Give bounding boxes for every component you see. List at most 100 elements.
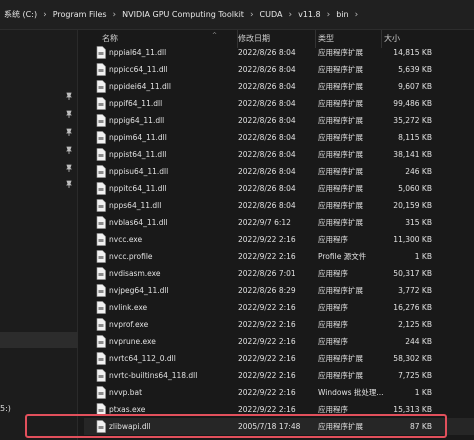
nav-pinned-item[interactable] [0,124,78,140]
file-icon [96,182,106,195]
breadcrumb: 系统 (C:) › Program Files › NVIDIA GPU Com… [0,0,474,30]
file-name: nvrtc64_112_0.dll [109,354,176,363]
file-row[interactable]: nvprune.exe 2022/9/22 2:16 应用程序 244 KB [84,333,474,350]
breadcrumb-expand-chevron-icon[interactable]: › [351,0,363,29]
file-type: 应用程序扩展 [318,201,363,210]
file-row[interactable]: nppig64_11.dll 2022/8/26 8:04 应用程序扩展 35,272… [84,112,474,129]
pin-icon [66,110,72,118]
file-modified-date: 2022/8/26 8:04 [238,150,296,159]
file-size: 9,607 KB [398,82,432,91]
nav-pinned-item[interactable] [0,88,78,104]
file-modified-date: 2022/9/22 2:16 [238,388,296,397]
file-name: nppial64_11.dll [109,48,167,57]
file-name: nvcc.profile [109,252,153,261]
file-type: 应用程序扩展 [318,422,363,431]
file-row[interactable]: zlibwapi.dll 2005/7/18 17:48 应用程序扩展 87 KB [84,418,474,435]
file-size: 35,272 KB [393,116,432,125]
file-size: 58,302 KB [393,354,432,363]
file-row[interactable]: nppist64_11.dll 2022/8/26 8:04 应用程序扩展 38,14… [84,146,474,163]
file-row[interactable]: nppicc64_11.dll 2022/8/26 8:04 应用程序扩展 5,639… [84,61,474,78]
file-row[interactable]: nppim64_11.dll 2022/8/26 8:04 应用程序扩展 8,115 … [84,129,474,146]
file-name: npps64_11.dll [109,201,162,210]
file-type: 应用程序扩展 [318,82,363,91]
file-name: nvprune.exe [109,337,156,346]
file-type: 应用程序扩展 [318,218,363,227]
file-row[interactable]: nvjpeg64_11.dll 2022/8/26 8:29 应用程序扩展 3,772… [84,282,474,299]
file-modified-date: 2022/9/22 2:16 [238,235,296,244]
file-icon [96,335,106,348]
file-row[interactable]: nvvp.bat 2022/9/22 2:16 Windows 批处理... 1 KB [84,384,474,401]
file-type: 应用程序 [318,269,348,278]
nav-drive-label[interactable]: 5:) [0,404,11,413]
file-row[interactable]: nvlink.exe 2022/9/22 2:16 应用程序 16,276 KB [84,299,474,316]
file-modified-date: 2022/8/26 8:04 [238,82,296,91]
pin-icon [66,128,72,136]
file-size: 50,317 KB [393,269,432,278]
file-type: 应用程序 [318,405,348,414]
file-icon [96,318,106,331]
file-name: nvcc.exe [109,235,143,244]
file-icon [96,97,106,110]
file-row[interactable]: ptxas.exe 2022/9/22 2:16 应用程序 15,313 KB [84,401,474,418]
file-row[interactable]: nvprof.exe 2022/9/22 2:16 应用程序 2,125 KB [84,316,474,333]
file-row[interactable]: nvcc.profile 2022/9/22 2:16 Profile 源文件 1 K… [84,248,474,265]
file-type: 应用程序扩展 [318,65,363,74]
file-name: nppicc64_11.dll [109,65,168,74]
file-icon [96,63,106,76]
breadcrumb-separator: › [326,9,331,20]
file-type: 应用程序扩展 [318,48,363,57]
file-row[interactable]: nvdisasm.exe 2022/8/26 7:01 应用程序 50,317 KB [84,265,474,282]
nav-pinned-item[interactable] [0,142,78,158]
breadcrumb-item-toolkit[interactable]: NVIDIA GPU Computing Toolkit [120,0,246,29]
file-name: zlibwapi.dll [109,422,151,431]
file-row[interactable]: nvrtc-builtins64_118.dll 2022/9/22 2:16 应用… [84,367,474,384]
file-row[interactable]: npps64_11.dll 2022/8/26 8:04 应用程序扩展 20,159 … [84,197,474,214]
file-modified-date: 2022/9/22 2:16 [238,405,296,414]
file-modified-date: 2022/9/22 2:16 [238,303,296,312]
file-row[interactable]: nvcc.exe 2022/9/22 2:16 应用程序 11,300 KB [84,231,474,248]
file-type: 应用程序 [318,303,348,312]
file-icon [96,352,106,365]
nav-pinned-item[interactable] [0,106,78,122]
file-row[interactable]: nppidei64_11.dll 2022/8/26 8:04 应用程序扩展 9,60… [84,78,474,95]
file-row[interactable]: nppitc64_11.dll 2022/8/26 8:04 应用程序扩展 5,060… [84,180,474,197]
file-size: 38,141 KB [393,150,432,159]
file-icon [96,80,106,93]
file-type: 应用程序 [318,320,348,329]
file-size: 5,060 KB [398,184,432,193]
file-size: 14,815 KB [393,48,432,57]
nav-selected-item[interactable] [0,332,78,348]
file-icon [96,216,106,229]
file-modified-date: 2022/8/26 8:04 [238,167,296,176]
file-size: 1 KB [414,252,432,261]
file-modified-date: 2022/8/26 8:04 [238,116,296,125]
file-type: Windows 批处理... [318,388,384,397]
file-row[interactable]: nppisu64_11.dll 2022/8/26 8:04 应用程序扩展 246 K… [84,163,474,180]
file-icon [96,199,106,212]
file-row[interactable]: nvblas64_11.dll 2022/9/7 6:12 应用程序扩展 315 KB [84,214,474,231]
file-icon [96,369,106,382]
file-size: 7,725 KB [398,371,432,380]
file-row[interactable]: nvrtc64_112_0.dll 2022/9/22 2:16 应用程序扩展 58,… [84,350,474,367]
breadcrumb-item-program-files[interactable]: Program Files [51,0,109,29]
nav-pinned-item[interactable] [0,160,78,176]
file-icon [96,267,106,280]
file-name: nvrtc-builtins64_118.dll [109,371,198,380]
nav-pinned-item[interactable] [0,176,78,192]
file-name: nvprof.exe [109,320,149,329]
file-type: 应用程序扩展 [318,184,363,193]
breadcrumb-item-bin[interactable]: bin [334,0,350,29]
file-row[interactable]: nppial64_11.dll 2022/8/26 8:04 应用程序扩展 14,81… [84,44,474,61]
file-icon [96,284,106,297]
file-size: 16,276 KB [393,303,432,312]
file-icon [96,46,106,59]
breadcrumb-item-cuda[interactable]: CUDA [258,0,285,29]
file-icon [96,233,106,246]
file-modified-date: 2022/8/26 8:04 [238,65,296,74]
file-name: nppim64_11.dll [109,133,167,142]
breadcrumb-item-drive[interactable]: 系统 (C:) [2,0,39,29]
breadcrumb-item-version[interactable]: v11.8 [296,0,323,29]
file-row[interactable]: nppif64_11.dll 2022/8/26 8:04 应用程序扩展 99,486… [84,95,474,112]
file-size: 15,313 KB [393,405,432,414]
file-modified-date: 2022/9/22 2:16 [238,337,296,346]
